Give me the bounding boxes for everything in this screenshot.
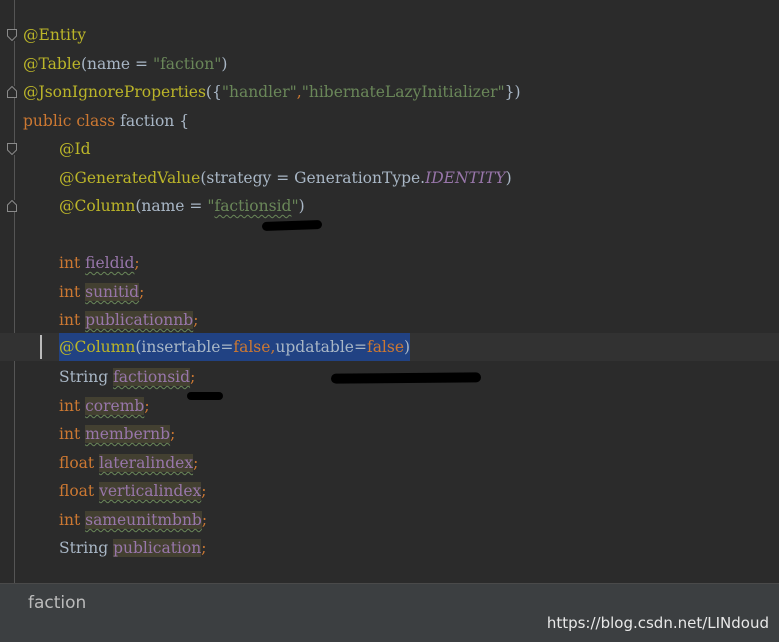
annotation: @Table bbox=[23, 55, 81, 73]
boolean-literal: false bbox=[233, 338, 271, 356]
code-line[interactable]: int sunitid; bbox=[0, 278, 779, 306]
type-keyword: int bbox=[59, 283, 81, 301]
attribute: strategy = GenerationType. bbox=[206, 169, 426, 187]
code-line[interactable]: @Table(name = "faction") bbox=[0, 50, 779, 78]
fold-open-icon[interactable] bbox=[7, 29, 17, 41]
breadcrumb-bar: faction https://blog.csdn.net/LINdoud bbox=[0, 583, 779, 642]
field-name: sameunitmbnb bbox=[85, 511, 202, 529]
quote: " bbox=[291, 197, 299, 215]
field-name: sunitid bbox=[85, 283, 140, 301]
watermark: https://blog.csdn.net/LINdoud bbox=[546, 614, 769, 632]
enum-constant: IDENTITY bbox=[425, 169, 506, 187]
keyword: public bbox=[23, 112, 72, 130]
code-line[interactable]: int sameunitmbnb; bbox=[0, 506, 779, 534]
ink-mark bbox=[187, 392, 223, 400]
type-keyword: float bbox=[59, 482, 95, 500]
semicolon: ; bbox=[170, 425, 176, 443]
text-selection[interactable]: @Column(insertable=false,updatable=false… bbox=[59, 333, 411, 361]
ink-mark bbox=[330, 372, 482, 384]
semicolon: ; bbox=[193, 454, 199, 472]
type-name: String bbox=[59, 368, 109, 386]
code-line[interactable]: float lateralindex; bbox=[0, 449, 779, 477]
paren: ) bbox=[505, 169, 512, 187]
code-line[interactable]: String publication; bbox=[0, 534, 779, 562]
paren: ) bbox=[404, 338, 411, 356]
semicolon: ; bbox=[201, 511, 208, 529]
attribute: updatable= bbox=[275, 338, 367, 356]
code-line[interactable]: @GeneratedValue(strategy = GenerationTyp… bbox=[0, 164, 779, 192]
string-literal: "faction" bbox=[152, 55, 222, 73]
code-line[interactable]: int fieldid; bbox=[0, 249, 779, 277]
fold-close-icon[interactable] bbox=[7, 200, 17, 212]
field-name: publicationnb bbox=[85, 311, 194, 329]
code-line[interactable]: public class faction { bbox=[0, 107, 779, 135]
code-editor[interactable]: @Entity @Table(name = "faction") @JsonIg… bbox=[0, 0, 779, 583]
boolean-literal: false bbox=[366, 338, 405, 356]
string-literal: factionsid bbox=[214, 197, 292, 215]
semicolon: ; bbox=[134, 254, 140, 272]
attribute: name = bbox=[141, 197, 208, 215]
type-keyword: int bbox=[59, 511, 81, 529]
annotation: @GeneratedValue bbox=[59, 169, 201, 187]
type-keyword: int bbox=[59, 254, 81, 272]
type-keyword: float bbox=[59, 454, 95, 472]
code-line[interactable]: int coremb; bbox=[0, 392, 779, 420]
semicolon: ; bbox=[190, 368, 196, 386]
semicolon: ; bbox=[139, 283, 145, 301]
paren: ) bbox=[221, 55, 228, 73]
code-line[interactable]: int publicationnb; bbox=[0, 306, 779, 334]
ink-mark bbox=[261, 219, 323, 232]
semicolon: ; bbox=[201, 482, 207, 500]
code-line[interactable]: @Entity bbox=[0, 21, 779, 49]
paren: }) bbox=[504, 83, 521, 101]
current-code-line[interactable]: @Column(insertable=false,updatable=false… bbox=[0, 333, 779, 361]
type-keyword: int bbox=[59, 397, 81, 415]
type-keyword: int bbox=[59, 311, 81, 329]
field-name: coremb bbox=[85, 397, 145, 415]
attribute: name = bbox=[87, 55, 153, 73]
string-literal: "hibernateLazyInitializer" bbox=[301, 83, 505, 101]
field-name: publication bbox=[113, 539, 202, 557]
annotation: @Column bbox=[59, 197, 136, 215]
semicolon: ; bbox=[144, 397, 150, 415]
paren: ({ bbox=[205, 83, 222, 101]
type-name: String bbox=[59, 539, 109, 557]
keyword: class bbox=[76, 112, 116, 130]
field-name: factionsid bbox=[113, 368, 191, 386]
text-caret bbox=[40, 335, 42, 359]
code-line[interactable]: @Column(name = "factionsid") bbox=[0, 192, 779, 220]
field-name: lateralindex bbox=[99, 454, 194, 472]
field-name: verticalindex bbox=[99, 482, 202, 500]
code-line[interactable]: int membernb; bbox=[0, 420, 779, 448]
semicolon: ; bbox=[193, 311, 199, 329]
class-name: faction bbox=[120, 112, 175, 130]
code-line[interactable]: @JsonIgnoreProperties({"handler","hibern… bbox=[0, 78, 779, 106]
annotation: @Column bbox=[59, 338, 136, 356]
annotation: @JsonIgnoreProperties bbox=[23, 83, 206, 101]
string-literal: "handler" bbox=[221, 83, 297, 101]
annotation: @Entity bbox=[23, 26, 86, 44]
field-name: fieldid bbox=[85, 254, 135, 272]
type-keyword: int bbox=[59, 425, 81, 443]
code-line[interactable]: float verticalindex; bbox=[0, 477, 779, 505]
attribute: insertable= bbox=[141, 338, 234, 356]
field-name: membernb bbox=[85, 425, 171, 443]
paren: ) bbox=[298, 197, 305, 215]
fold-open-icon[interactable] bbox=[7, 143, 17, 155]
code-line[interactable]: @Id bbox=[0, 135, 779, 163]
brace: { bbox=[179, 112, 190, 130]
fold-close-icon[interactable] bbox=[7, 86, 17, 98]
breadcrumb[interactable]: faction bbox=[28, 593, 86, 613]
semicolon: ; bbox=[201, 539, 207, 557]
annotation: @Id bbox=[59, 140, 91, 158]
